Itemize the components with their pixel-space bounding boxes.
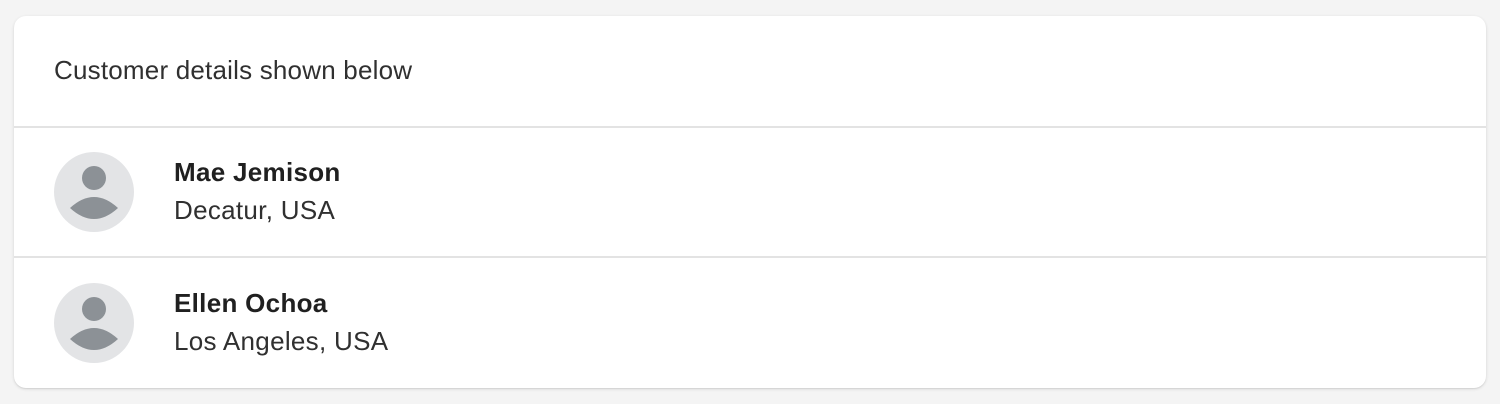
person-icon (70, 166, 118, 219)
person-icon (70, 297, 118, 350)
customer-list-item[interactable]: Ellen Ochoa Los Angeles, USA (14, 258, 1486, 388)
customer-info: Ellen Ochoa Los Angeles, USA (174, 285, 388, 361)
card-header-title: Customer details shown below (54, 54, 413, 85)
card-header: Customer details shown below (14, 16, 1486, 128)
customer-name: Ellen Ochoa (174, 288, 328, 318)
customer-name: Mae Jemison (174, 157, 341, 187)
customer-location: Los Angeles, USA (174, 326, 389, 356)
avatar (54, 283, 134, 363)
customer-list-item[interactable]: Mae Jemison Decatur, USA (14, 128, 1486, 258)
customer-list: Mae Jemison Decatur, USA Ellen Ochoa Los… (14, 128, 1486, 388)
avatar (54, 152, 134, 232)
customer-info: Mae Jemison Decatur, USA (174, 154, 341, 230)
customer-location: Decatur, USA (174, 195, 336, 225)
customer-card: Customer details shown below Mae Jemison… (14, 16, 1486, 388)
